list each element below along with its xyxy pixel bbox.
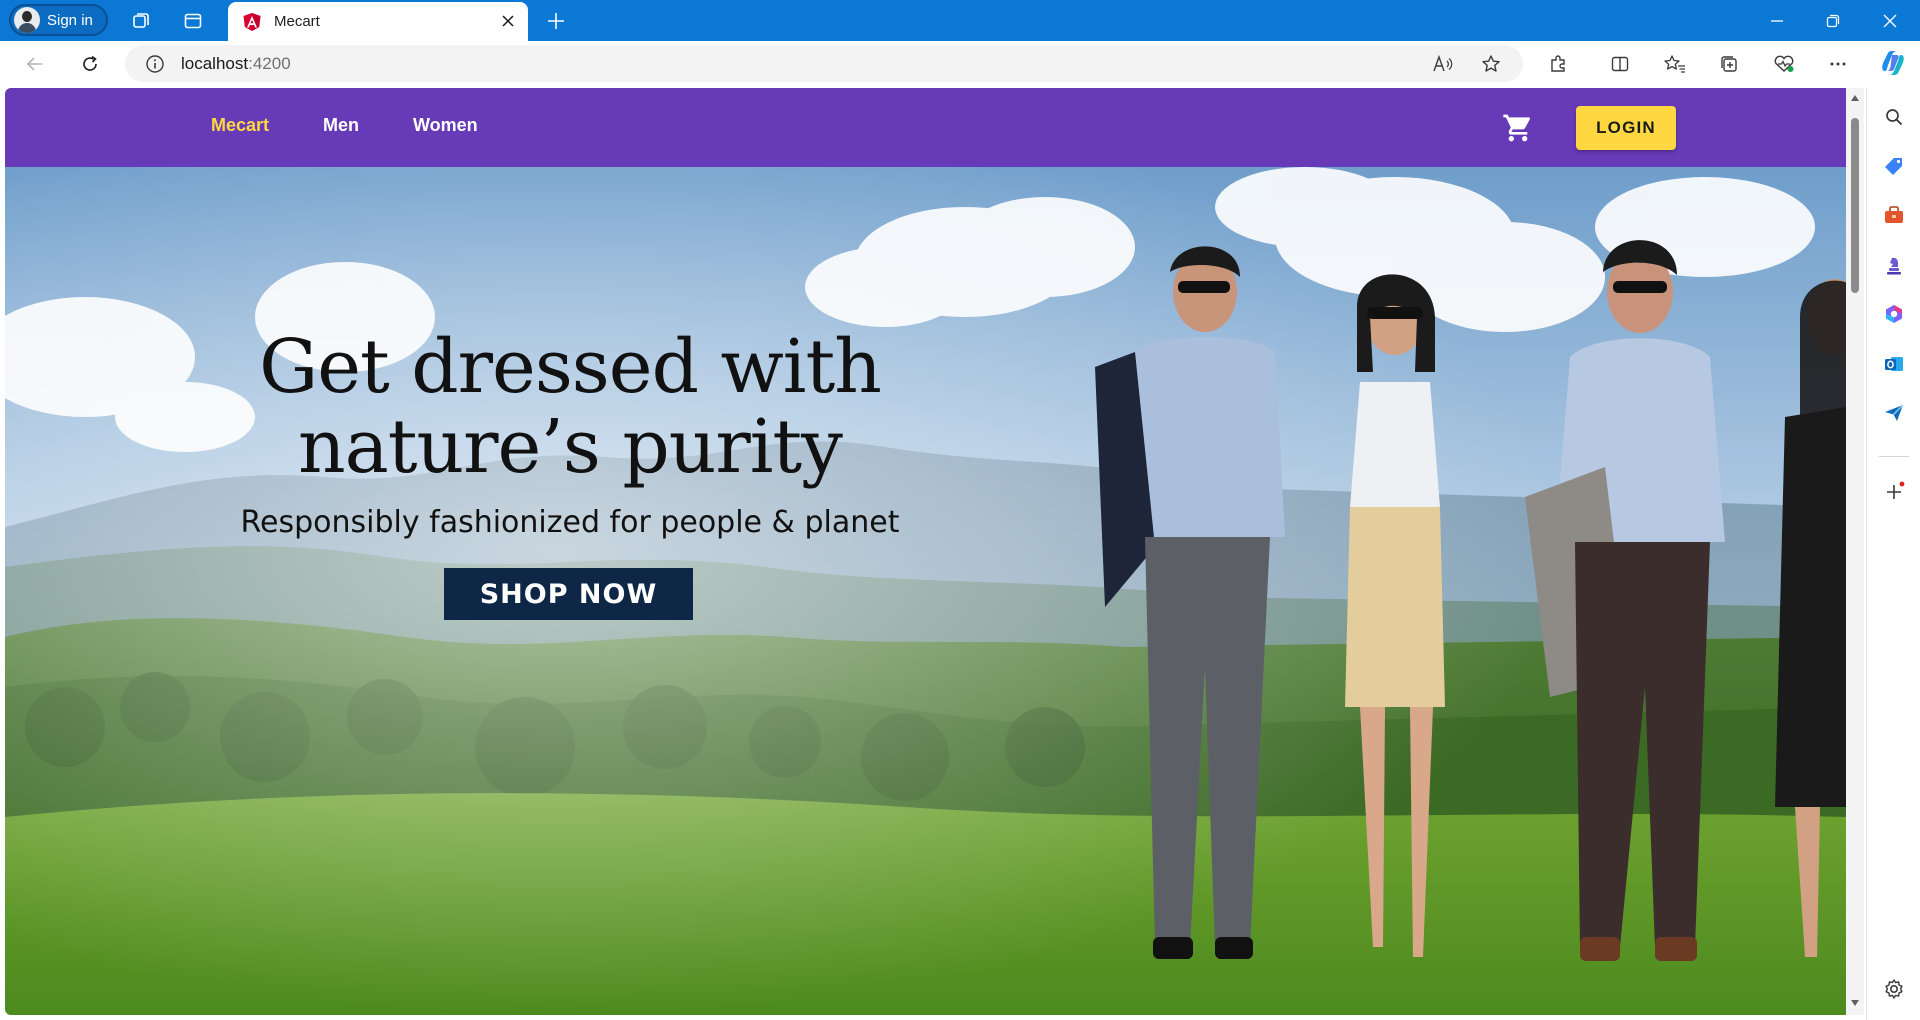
brand-link[interactable]: Mecart [211, 115, 269, 136]
split-screen-icon[interactable] [1603, 47, 1637, 81]
collections-icon[interactable] [1712, 47, 1746, 81]
shop-now-button[interactable]: SHOP NOW [444, 568, 693, 620]
minimize-icon[interactable] [1762, 8, 1792, 34]
hero-headline-line-1: Get dressed with [259, 324, 882, 410]
hero-banner: Get dressed with nature’s purity Respons… [5, 167, 1846, 1015]
hero-subtitle: Responsibly fashionized for people & pla… [240, 505, 900, 540]
hero-background-image [5, 167, 1846, 1015]
hero-headline-line-2: nature’s purity [298, 404, 843, 490]
page-scrollbar[interactable] [1846, 88, 1864, 1015]
app-navbar: Mecart Men Women LOGIN [5, 88, 1846, 167]
address-bar[interactable]: localhost:4200 [125, 45, 1523, 82]
scroll-up-icon[interactable] [1849, 92, 1861, 104]
restore-icon[interactable] [1818, 8, 1848, 34]
tab-title: Mecart [274, 13, 320, 30]
cart-icon[interactable] [1502, 112, 1534, 144]
more-options-icon[interactable] [1821, 47, 1855, 81]
microsoft-365-icon[interactable] [1879, 299, 1909, 329]
page-viewport: Mecart Men Women LOGIN Get dressed with … [5, 88, 1846, 1015]
read-aloud-icon[interactable] [1426, 47, 1460, 81]
refresh-icon[interactable] [73, 47, 107, 81]
back-icon[interactable] [18, 47, 52, 81]
url-port: :4200 [248, 53, 291, 73]
extensions-icon[interactable] [1541, 47, 1575, 81]
url-text: localhost:4200 [181, 54, 291, 74]
close-window-icon[interactable] [1875, 8, 1905, 34]
avatar [14, 7, 40, 33]
sidebar-divider [1879, 456, 1909, 457]
browser-tab-strip: Sign in Mecart [0, 0, 1920, 41]
settings-gear-icon[interactable] [1879, 974, 1909, 1004]
close-tab-icon[interactable] [498, 11, 518, 31]
tab-actions-icon[interactable] [180, 8, 206, 34]
new-tab-icon[interactable] [543, 8, 569, 34]
url-host: localhost [181, 53, 249, 73]
nav-women-link[interactable]: Women [413, 115, 478, 136]
angular-favicon-icon [243, 12, 261, 31]
tools-briefcase-icon[interactable] [1879, 200, 1909, 230]
nav-men-link[interactable]: Men [323, 115, 359, 136]
scroll-thumb[interactable] [1851, 118, 1859, 293]
workspaces-icon[interactable] [128, 8, 154, 34]
send-paper-plane-icon[interactable] [1879, 398, 1909, 428]
games-chess-icon[interactable] [1879, 250, 1909, 280]
profile-label: Sign in [47, 11, 93, 29]
outlook-icon[interactable] [1879, 349, 1909, 379]
scroll-down-icon[interactable] [1849, 997, 1861, 1009]
edge-sidebar [1866, 87, 1920, 1020]
search-icon[interactable] [1879, 102, 1909, 132]
tab-mecart[interactable]: Mecart [228, 2, 528, 41]
add-sidebar-app-icon[interactable] [1879, 477, 1909, 507]
login-button[interactable]: LOGIN [1576, 106, 1676, 150]
hero-headline: Get dressed with nature’s purity [155, 327, 985, 487]
favorite-star-icon[interactable] [1474, 47, 1508, 81]
favorites-icon[interactable] [1658, 47, 1692, 81]
browser-essentials-icon[interactable] [1767, 47, 1801, 81]
copilot-icon[interactable] [1876, 46, 1910, 80]
profile-button[interactable]: Sign in [9, 4, 108, 36]
shopping-tag-icon[interactable] [1879, 151, 1909, 181]
browser-toolbar: localhost:4200 [0, 41, 1920, 87]
site-info-icon[interactable] [145, 54, 165, 74]
